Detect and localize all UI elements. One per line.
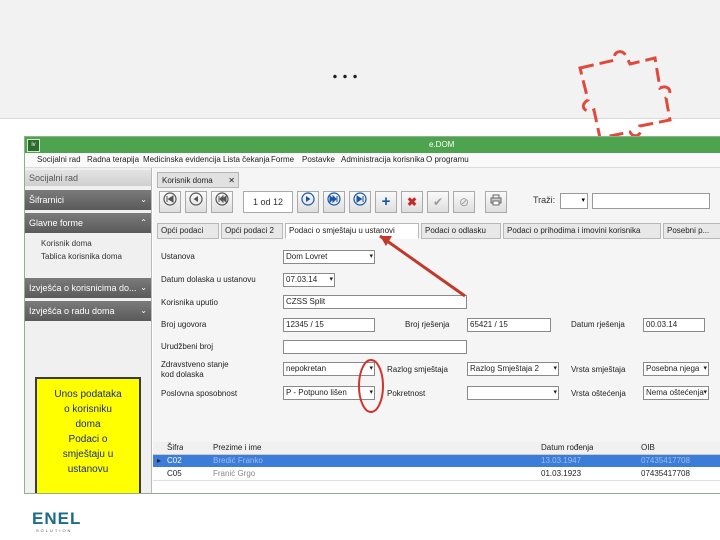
svg-text:SOLUTION: SOLUTION (36, 528, 72, 533)
annotation-arrow (379, 234, 466, 298)
company-logo: ENEL SOLUTION (32, 509, 81, 533)
annotation-overlay (358, 234, 466, 413)
svg-text:ENEL: ENEL (32, 509, 81, 528)
annotation-circle (358, 359, 384, 413)
